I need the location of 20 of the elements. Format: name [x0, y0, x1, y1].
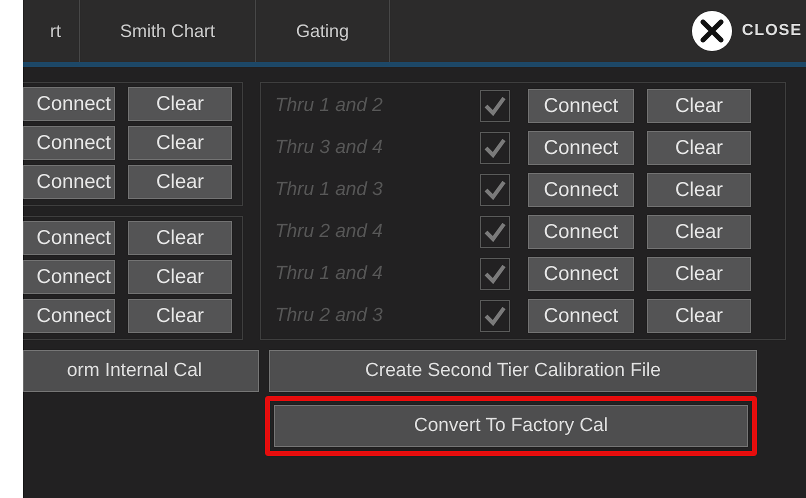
action-button[interactable]: Convert To Factory Cal: [265, 396, 757, 456]
tab[interactable]: Smith Chart: [80, 0, 256, 62]
clear-button[interactable]: Clear: [128, 165, 232, 199]
clear-button[interactable]: Clear: [128, 260, 232, 294]
action-button[interactable]: Create Second Tier Calibration File: [269, 350, 757, 392]
connect-button[interactable]: Connect: [23, 221, 115, 255]
connect-button[interactable]: Connect: [23, 87, 115, 121]
clear-button[interactable]: Clear: [128, 299, 232, 333]
clear-button[interactable]: Clear: [128, 221, 232, 255]
connect-button[interactable]: Connect: [23, 165, 115, 199]
connect-button[interactable]: Connect: [23, 299, 115, 333]
tab[interactable]: rt: [23, 0, 80, 62]
clear-button[interactable]: Clear: [128, 87, 232, 121]
action-button[interactable]: orm Internal Cal: [23, 350, 259, 392]
tab[interactable]: Gating: [256, 0, 390, 62]
close-button[interactable]: CLOSE: [690, 0, 806, 62]
close-icon: [690, 9, 734, 53]
clear-button[interactable]: Clear: [128, 126, 232, 160]
connect-button[interactable]: Connect: [23, 260, 115, 294]
connect-button[interactable]: Connect: [23, 126, 115, 160]
